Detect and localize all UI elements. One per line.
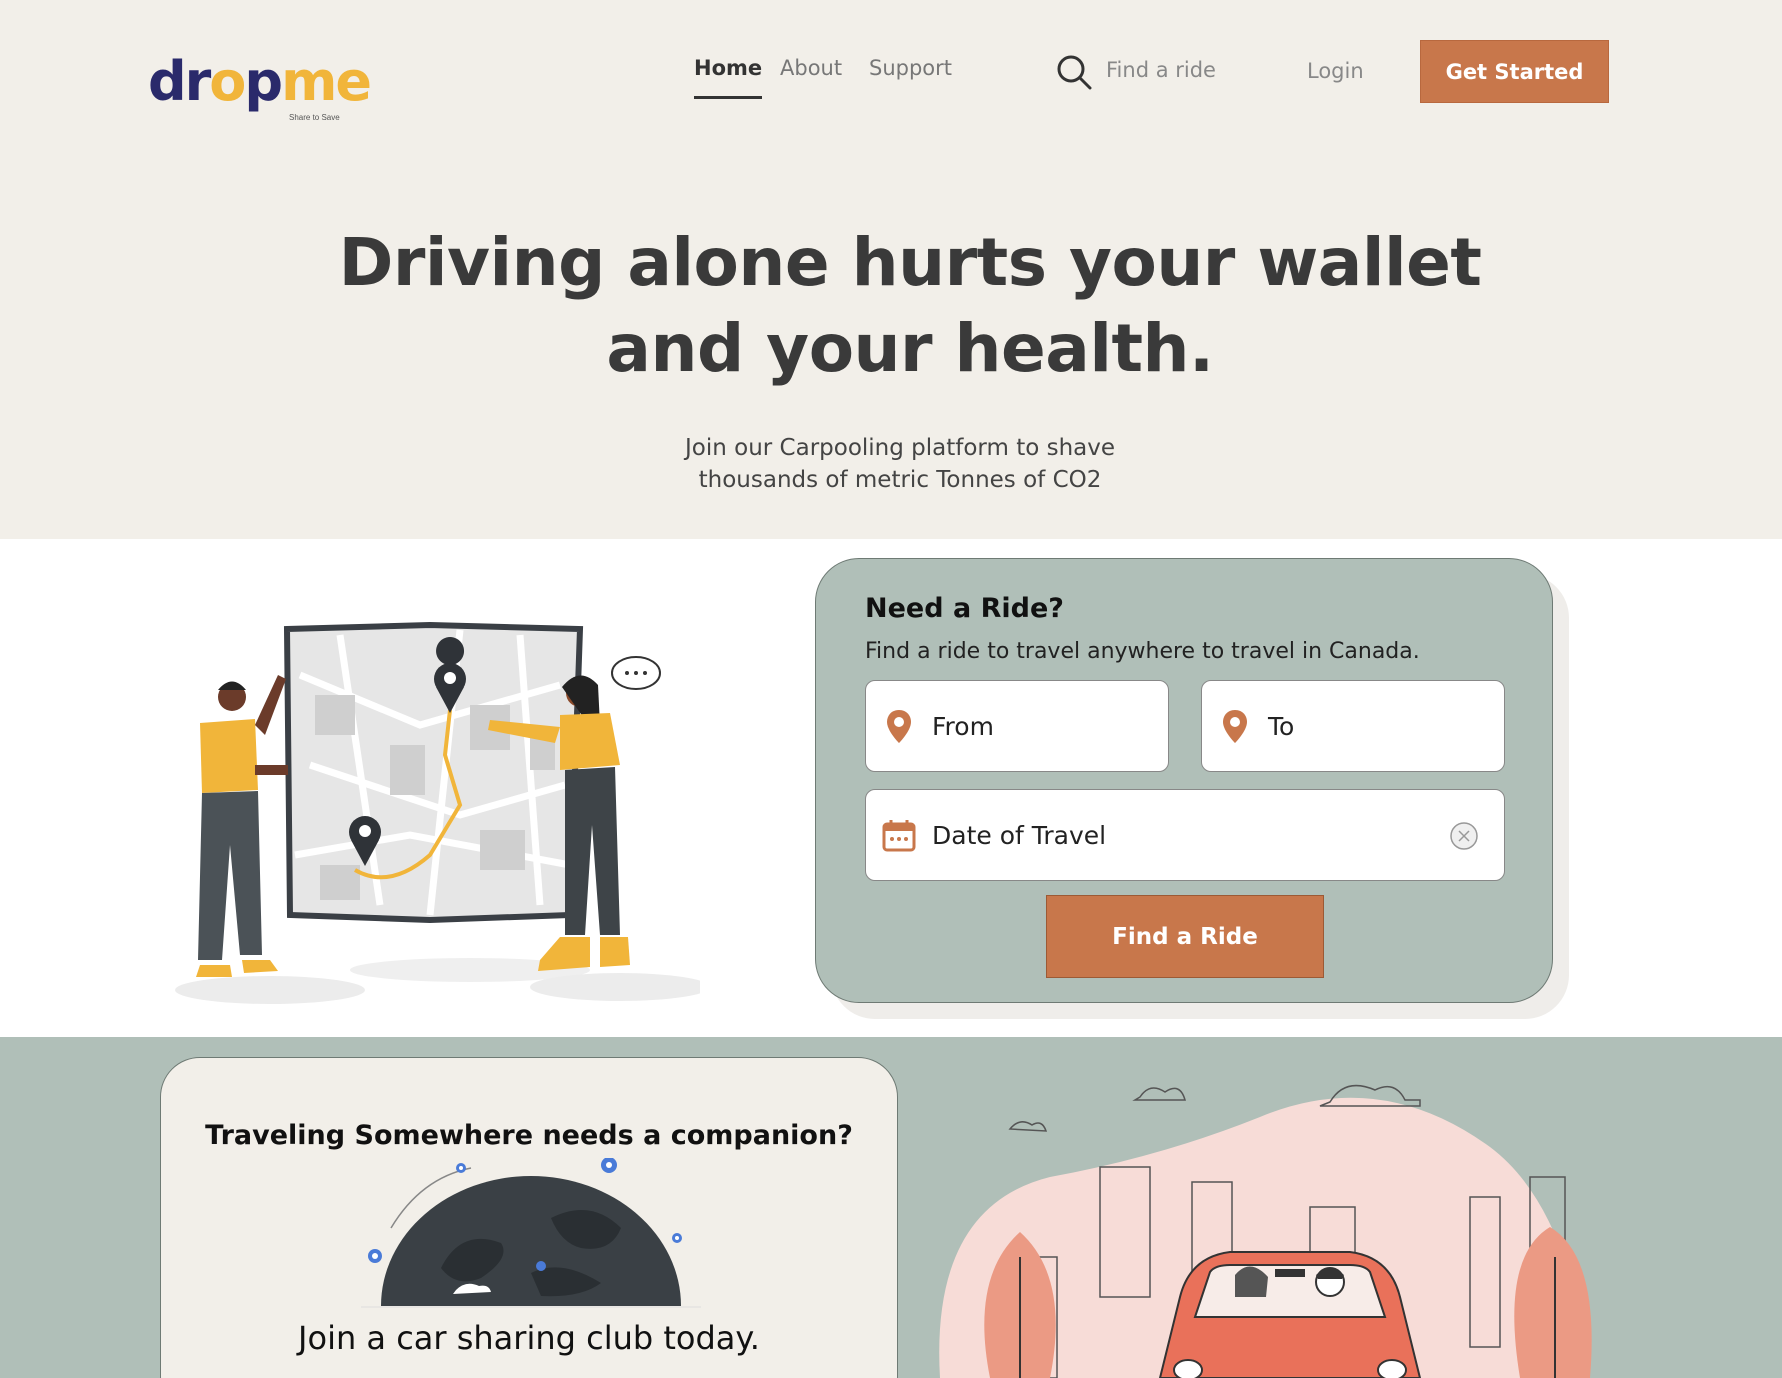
logo-pin-o: o: [209, 50, 246, 113]
logo-tagline: Share to Save: [289, 113, 340, 122]
companion-subtitle: Join a car sharing club today.: [298, 1319, 760, 1357]
clear-icon[interactable]: [1448, 820, 1480, 852]
from-field[interactable]: From: [865, 680, 1169, 772]
globe-illustration: [361, 1158, 701, 1308]
dropme-logo[interactable]: dropme Share to Save: [148, 52, 372, 132]
hero-headline: Driving alone hurts your wallet and your…: [338, 224, 1482, 387]
companion-title: Traveling Somewhere needs a companion?: [205, 1120, 853, 1151]
date-of-travel-field[interactable]: Date of Travel: [865, 789, 1505, 881]
logo-wordmark: dropme: [148, 50, 372, 113]
search-icon: [1057, 55, 1092, 90]
card-title: Need a Ride?: [865, 593, 1064, 624]
map-illustration: [175, 621, 700, 1004]
companion-card: Traveling Somewhere needs a companion? J…: [160, 1057, 898, 1378]
search-label: Find a ride: [1106, 58, 1216, 82]
card-description: Find a ride to travel anywhere to travel…: [865, 639, 1420, 664]
login-link[interactable]: Login: [1307, 59, 1364, 83]
from-placeholder: From: [932, 711, 994, 741]
nav-support[interactable]: Support: [869, 56, 952, 88]
need-a-ride-card: Need a Ride? Find a ride to travel anywh…: [815, 558, 1553, 1003]
companion-section: Traveling Somewhere needs a companion? J…: [0, 1037, 1782, 1378]
to-placeholder: To: [1268, 711, 1295, 741]
nav-home[interactable]: Home: [694, 56, 763, 99]
to-field[interactable]: To: [1201, 680, 1505, 772]
hero-subtitle: Join our Carpooling platform to shave th…: [684, 435, 1116, 493]
nav-about[interactable]: About: [780, 56, 842, 88]
hero-section: dropme Share to Save Home About Support …: [0, 0, 1782, 539]
location-pin-icon: [1223, 710, 1247, 743]
location-pin-icon: [887, 710, 911, 743]
carpool-illustration: [939, 1084, 1592, 1378]
find-a-ride-button[interactable]: Find a Ride: [1046, 895, 1324, 978]
calendar-icon: [882, 820, 916, 852]
get-started-button[interactable]: Get Started: [1420, 40, 1609, 103]
date-placeholder: Date of Travel: [932, 820, 1107, 850]
find-ride-search[interactable]: Find a ride: [1056, 52, 1276, 92]
